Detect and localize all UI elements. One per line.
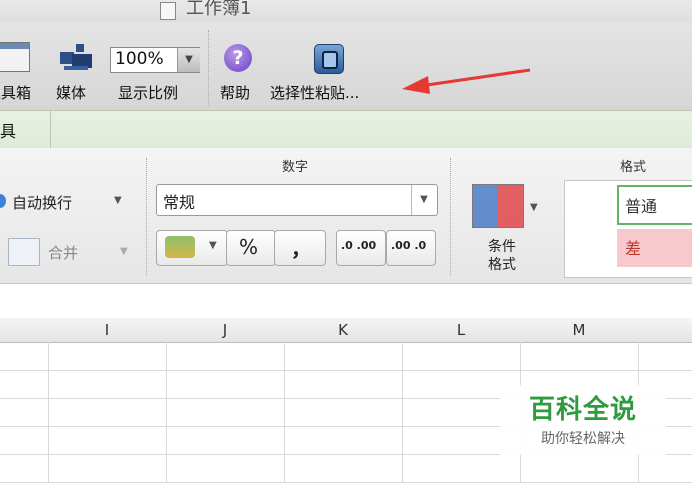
merge-icon [8, 238, 40, 266]
accounting-format-button[interactable]: ▼ [156, 230, 228, 266]
wrap-text-button[interactable]: 自动换行 ▼ [0, 190, 140, 214]
column-header-k[interactable]: K [284, 318, 403, 343]
paste-special-label: 选择性粘贴... [270, 84, 360, 102]
wrap-text-label: 自动换行 [12, 194, 73, 212]
help-icon: ? [224, 44, 252, 72]
toolbox-label: 工具箱 [0, 84, 32, 102]
column-header-l[interactable]: L [402, 318, 521, 343]
annotation-arrow [402, 68, 531, 94]
tab-tools[interactable]: 具 [0, 118, 16, 142]
cell-styles-gallery[interactable]: 普通 差 [564, 180, 692, 278]
zoom-control[interactable]: 100% ▼ 显示比例 [108, 22, 204, 110]
title-bar: 工作簿1 [0, 0, 692, 22]
merge-button[interactable]: 合并 ▼ [0, 238, 140, 268]
wrap-text-icon [0, 194, 6, 208]
coins-icon [165, 236, 195, 258]
zoom-label: 显示比例 [118, 84, 179, 102]
style-normal[interactable]: 普通 [617, 185, 692, 225]
ribbon-separator [450, 158, 451, 276]
wrap-text-dropdown-icon[interactable]: ▼ [114, 195, 122, 206]
conditional-format-icon [472, 184, 524, 228]
number-format-dropdown-icon[interactable]: ▼ [411, 185, 436, 215]
conditional-format-dropdown-icon[interactable]: ▼ [530, 202, 538, 213]
help-button[interactable]: ? 帮助 [216, 22, 266, 110]
tab-divider [50, 111, 51, 149]
decrease-decimal-button[interactable]: .00 .0 [386, 230, 436, 266]
increase-decimal-label: .0 .00 [341, 239, 377, 252]
toolbox-button[interactable]: 工具箱 [0, 22, 48, 110]
decrease-decimal-label: .00 .0 [391, 239, 427, 252]
toolbar-separator [208, 30, 209, 106]
column-header-m[interactable]: M [520, 318, 639, 343]
number-format-select[interactable]: 常规 ▼ [156, 184, 438, 216]
percent-button[interactable]: % [226, 230, 276, 266]
media-icon [58, 40, 96, 74]
merge-label: 合并 [48, 244, 79, 262]
ribbon-separator [146, 158, 147, 276]
number-format-value: 常规 [163, 193, 196, 212]
window-title: 工作簿1 [186, 0, 252, 19]
accounting-dropdown-icon[interactable]: ▼ [209, 240, 217, 251]
number-group-title: 数字 [282, 160, 309, 175]
merge-dropdown-icon[interactable]: ▼ [120, 246, 128, 257]
formula-bar[interactable] [0, 284, 692, 319]
zoom-dropdown-arrow-icon[interactable]: ▼ [177, 48, 200, 72]
comma-style-button[interactable]: ， [274, 230, 326, 266]
conditional-format-label-2: 格式 [488, 257, 516, 273]
paste-special-icon [314, 44, 344, 74]
style-bad[interactable]: 差 [617, 229, 692, 267]
ribbon-panel: 自动换行 ▼ 合并 ▼ 数字 常规 ▼ ▼ % ， .0 .00 .00 .0 … [0, 148, 692, 284]
toolbox-icon [0, 42, 30, 72]
conditional-format-button[interactable]: ▼ 条件 格式 [462, 180, 542, 280]
zoom-value-field[interactable]: 100% ▼ [110, 47, 200, 73]
conditional-format-label-1: 条件 [488, 239, 516, 255]
watermark: 百科全说 助你轻松解决 [500, 385, 666, 455]
ribbon-tab-bar: 具 [0, 110, 692, 150]
watermark-subtitle: 助你轻松解决 [541, 431, 625, 447]
watermark-title: 百科全说 [528, 395, 637, 425]
increase-decimal-button[interactable]: .0 .00 [336, 230, 386, 266]
zoom-value: 100% [115, 49, 164, 69]
comma-label: ， [291, 237, 311, 261]
help-label: 帮助 [220, 84, 251, 102]
column-header-i[interactable]: I [48, 318, 167, 343]
row-header-corner [0, 318, 49, 343]
format-group-title: 格式 [620, 160, 647, 175]
standard-toolbar: 工具箱 媒体 100% ▼ 显示比例 ? 帮助 选择性粘贴... [0, 22, 692, 110]
column-header-next[interactable] [638, 318, 692, 343]
percent-label: % [239, 235, 259, 259]
column-header-j[interactable]: J [166, 318, 285, 343]
media-button[interactable]: 媒体 [52, 22, 102, 110]
media-label: 媒体 [56, 84, 87, 102]
document-icon [160, 2, 176, 20]
paste-special-button[interactable]: 选择性粘贴... [270, 22, 400, 110]
